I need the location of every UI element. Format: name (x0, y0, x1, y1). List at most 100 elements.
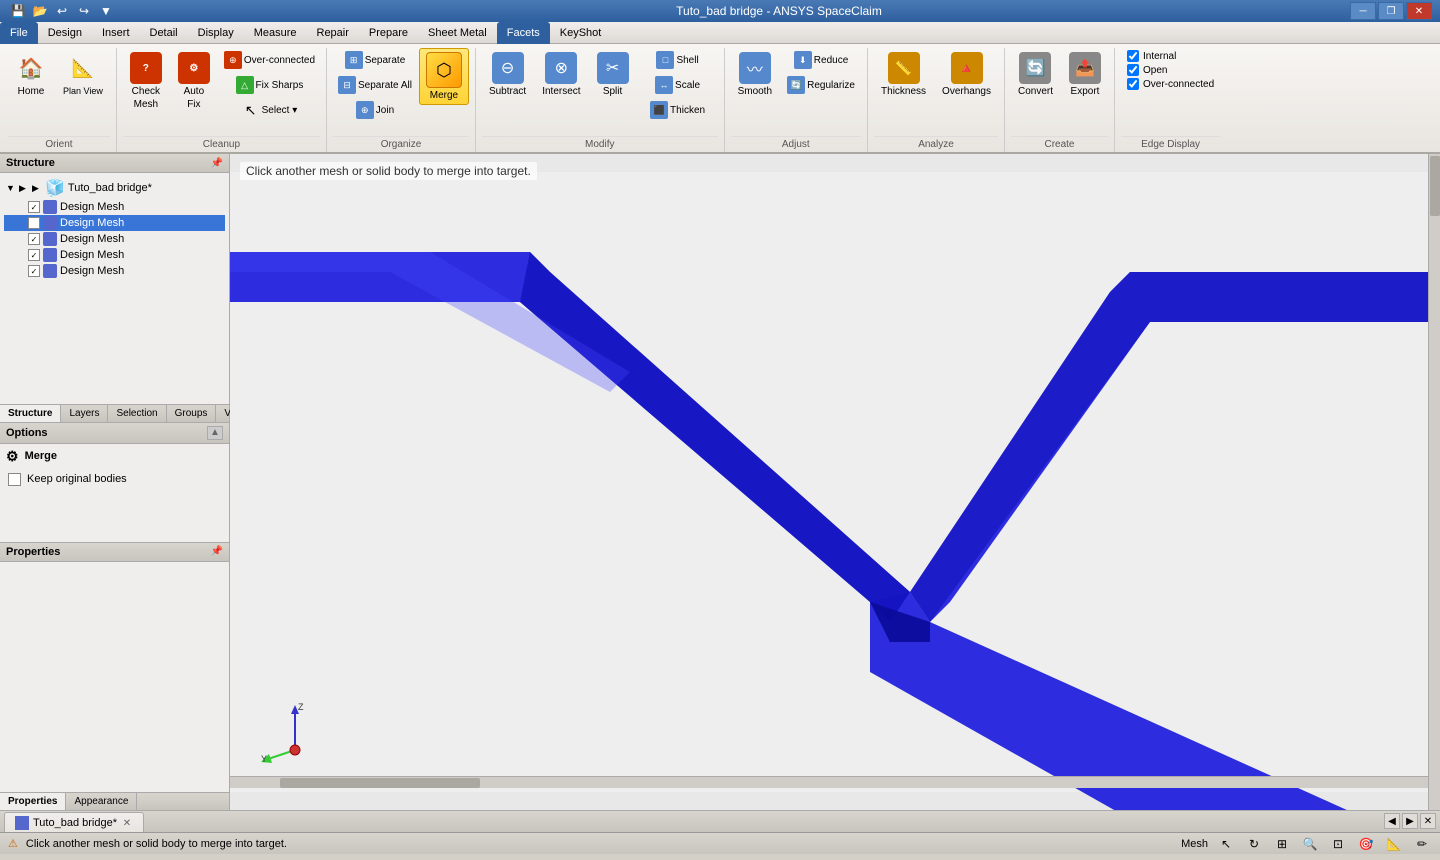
tab-right-arrow[interactable]: ▶ (1402, 813, 1418, 829)
redo-button[interactable]: ↪ (74, 1, 94, 21)
status-edit-icon[interactable]: ✏ (1412, 835, 1432, 853)
open-checkbox-row[interactable]: Open (1127, 64, 1167, 76)
tab-close-button[interactable]: ✕ (121, 817, 133, 829)
options-panel: Options ▲ ⚙ Merge Keep original bodies (0, 423, 229, 543)
menu-sheetmetal[interactable]: Sheet Metal (418, 22, 497, 44)
keep-original-checkbox[interactable] (8, 473, 21, 486)
menu-measure[interactable]: Measure (244, 22, 307, 44)
home-button[interactable]: 🏠 Home (8, 48, 54, 101)
tree-item-5[interactable]: ✓ Design Mesh (4, 263, 225, 279)
tab-groups[interactable]: Groups (167, 405, 217, 422)
merge-label: Merge (430, 90, 458, 101)
check-mesh-button[interactable]: ? Check Mesh (123, 48, 169, 114)
tree-item-1[interactable]: ✓ Design Mesh (4, 199, 225, 215)
tree-expand-root[interactable]: ▼ (6, 183, 16, 193)
merge-section-label: Merge (25, 450, 57, 462)
internal-checkbox[interactable] (1127, 50, 1139, 62)
intersect-button[interactable]: ⊗ Intersect (535, 48, 587, 101)
structure-pin-button[interactable]: 📌 (211, 158, 223, 169)
menu-file[interactable]: File (0, 22, 38, 44)
document-tab[interactable]: Tuto_bad bridge* ✕ (4, 812, 144, 832)
horizontal-scrollbar[interactable] (230, 776, 1428, 788)
status-fit-icon[interactable]: ⊡ (1328, 835, 1348, 853)
menu-facets[interactable]: Facets (497, 22, 550, 44)
separate-button[interactable]: ⊞ Separate (333, 48, 417, 72)
menu-keyshot[interactable]: KeyShot (550, 22, 612, 44)
tab-selection[interactable]: Selection (108, 405, 166, 422)
tab-structure[interactable]: Structure (0, 405, 61, 422)
checkbox-5[interactable]: ✓ (28, 265, 40, 277)
menu-detail[interactable]: Detail (140, 22, 188, 44)
ribbon-group-create: 🔄 Convert 📤 Export Create (1007, 48, 1115, 152)
shell-label: Shell (676, 55, 698, 66)
tree-item-4[interactable]: ✓ Design Mesh (4, 247, 225, 263)
subtract-button[interactable]: ⊖ Subtract (482, 48, 533, 101)
structure-title: Structure (6, 157, 55, 169)
over-connected-checkbox-row[interactable]: Over-connected (1127, 78, 1214, 90)
thickness-button[interactable]: 📏 Thickness (874, 48, 933, 101)
auto-fix-button[interactable]: ⚙ Auto Fix (171, 48, 217, 114)
planview-button[interactable]: 📐 Plan View (56, 48, 110, 100)
save-button[interactable]: 💾 (8, 1, 28, 21)
tree-item-3[interactable]: ✓ Design Mesh (4, 231, 225, 247)
convert-button[interactable]: 🔄 Convert (1011, 48, 1060, 101)
status-rotate-icon[interactable]: ↻ (1244, 835, 1264, 853)
tree-item-2[interactable]: ✓ Design Mesh (4, 215, 225, 231)
status-zoom-icon[interactable]: 🔍 (1300, 835, 1320, 853)
close-button[interactable]: ✕ (1406, 2, 1432, 20)
tree-expand-root3[interactable]: ▶ (32, 183, 42, 194)
regularize-button[interactable]: 🔄 Regularize (781, 73, 861, 97)
reduce-button[interactable]: ⬇ Reduce (781, 48, 861, 72)
tab-properties[interactable]: Properties (0, 793, 66, 810)
checkbox-2[interactable]: ✓ (28, 217, 40, 229)
dropdown-button[interactable]: ▼ (96, 1, 116, 21)
tab-appearance[interactable]: Appearance (66, 793, 137, 810)
status-cursor-icon[interactable]: ↖ (1216, 835, 1236, 853)
tab-close-window[interactable]: ✕ (1420, 813, 1436, 829)
status-snap-icon[interactable]: 🎯 (1356, 835, 1376, 853)
auto-fix-icon: ⚙ (178, 52, 210, 84)
properties-pin-button[interactable]: 📌 (211, 546, 223, 557)
keep-original-row[interactable]: Keep original bodies (0, 469, 229, 490)
tab-left-arrow[interactable]: ◀ (1384, 813, 1400, 829)
checkbox-1[interactable]: ✓ (28, 201, 40, 213)
split-button[interactable]: ✂ Split (590, 48, 636, 101)
scrollbar-thumb-v[interactable] (1430, 156, 1440, 216)
checkbox-4[interactable]: ✓ (28, 249, 40, 261)
join-button[interactable]: ⊕ Join (333, 98, 417, 122)
export-button[interactable]: 📤 Export (1062, 48, 1108, 101)
over-connected-edge-checkbox[interactable] (1127, 78, 1139, 90)
scrollbar-thumb-h[interactable] (280, 778, 480, 788)
separate-all-button[interactable]: ⊟ Separate All (333, 73, 417, 97)
viewport[interactable]: Click another mesh or solid body to merg… (230, 154, 1440, 810)
menu-design[interactable]: Design (38, 22, 92, 44)
scale-button[interactable]: ↔ Scale (638, 73, 718, 97)
reduce-label: Reduce (814, 55, 848, 66)
thicken-button[interactable]: ⬛ Thicken (638, 98, 718, 122)
menu-repair[interactable]: Repair (307, 22, 359, 44)
open-checkbox[interactable] (1127, 64, 1139, 76)
over-connected-button[interactable]: ⊕ Over-connected (219, 48, 320, 72)
overhangs-button[interactable]: 🔺 Overhangs (935, 48, 998, 101)
shell-button[interactable]: □ Shell (638, 48, 718, 72)
menu-insert[interactable]: Insert (92, 22, 140, 44)
smooth-button[interactable]: 〰 Smooth (731, 48, 779, 101)
fix-sharps-button[interactable]: △ Fix Sharps (219, 73, 320, 97)
tab-layers[interactable]: Layers (61, 405, 108, 422)
checkbox-3[interactable]: ✓ (28, 233, 40, 245)
tree-expand-root2[interactable]: ▶ (19, 183, 29, 194)
options-collapse-button[interactable]: ▲ (207, 426, 223, 440)
menu-display[interactable]: Display (188, 22, 244, 44)
status-measure-icon[interactable]: 📐 (1384, 835, 1404, 853)
merge-button[interactable]: ⬡ Merge (419, 48, 469, 105)
internal-checkbox-row[interactable]: Internal (1127, 50, 1176, 62)
open-button[interactable]: 📂 (30, 1, 50, 21)
minimize-button[interactable]: ─ (1350, 2, 1376, 20)
restore-button[interactable]: ❐ (1378, 2, 1404, 20)
status-select-icon[interactable]: ⊞ (1272, 835, 1292, 853)
menu-prepare[interactable]: Prepare (359, 22, 418, 44)
tree-root[interactable]: ▼ ▶ ▶ 🧊 Tuto_bad bridge* (4, 177, 225, 199)
select-button[interactable]: ↖ Select ▾ (219, 98, 320, 122)
undo-button[interactable]: ↩ (52, 1, 72, 21)
vertical-scrollbar[interactable] (1428, 154, 1440, 810)
